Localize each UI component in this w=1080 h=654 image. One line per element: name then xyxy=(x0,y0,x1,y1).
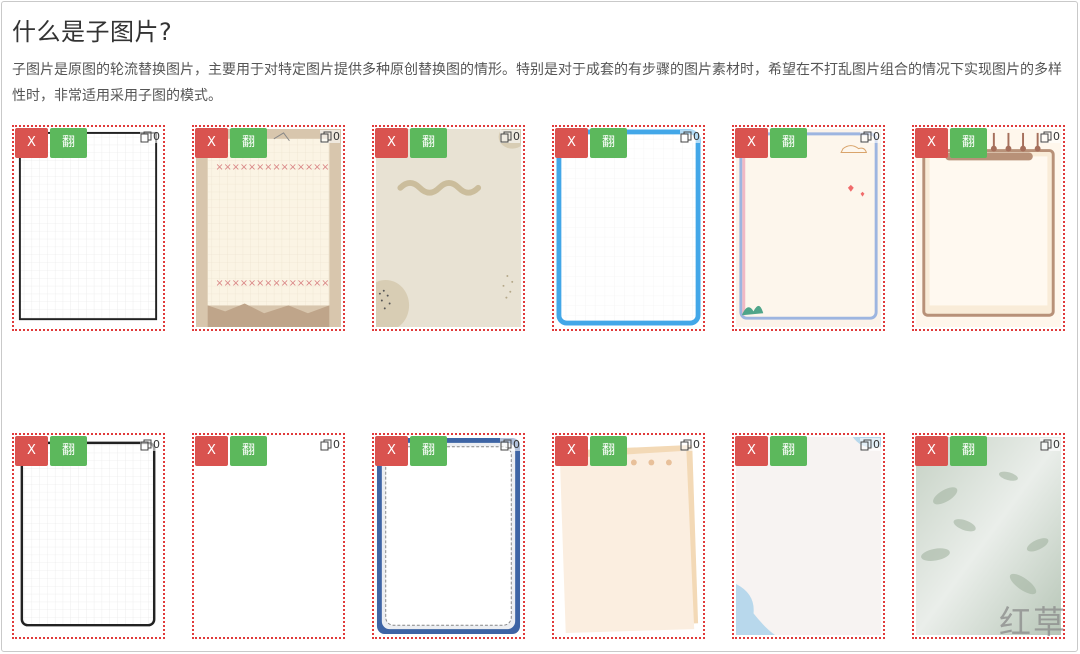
flip-button[interactable]: 翻 xyxy=(410,436,447,466)
subimage-count-value: 0 xyxy=(513,438,520,451)
copy-icon xyxy=(140,439,152,450)
copy-icon xyxy=(1040,131,1052,142)
watermark: 红草 xyxy=(998,603,1067,641)
subimage-count-value: 0 xyxy=(333,130,340,143)
flip-button[interactable]: 翻 xyxy=(50,128,87,158)
subimage-card[interactable]: X 翻 0 xyxy=(372,125,525,331)
content-panel: 什么是子图片? 子图片是原图的轮流替换图片，主要用于对特定图片提供多种原创替换图… xyxy=(1,1,1078,652)
flip-button[interactable]: 翻 xyxy=(590,128,627,158)
thumbnail-image[interactable] xyxy=(736,129,881,327)
subimage-count[interactable]: 0 xyxy=(1040,438,1060,451)
subimage-count-value: 0 xyxy=(153,130,160,143)
svg-text:××××××××××××××: ×××××××××××××× xyxy=(215,278,329,289)
delete-button[interactable]: X xyxy=(15,436,48,466)
delete-button[interactable]: X xyxy=(915,128,948,158)
flip-button[interactable]: 翻 xyxy=(230,128,267,158)
copy-icon xyxy=(1040,439,1052,450)
subimage-grid: X 翻 0 ×××××××××××××× ×××××××××××××× X 翻 … xyxy=(12,125,1067,645)
subimage-count[interactable]: 0 xyxy=(500,130,520,143)
copy-icon xyxy=(860,131,872,142)
flip-button[interactable]: 翻 xyxy=(50,436,87,466)
subimage-count[interactable]: 0 xyxy=(860,438,880,451)
page-description: 子图片是原图的轮流替换图片，主要用于对特定图片提供多种原创替换图的情形。特别是对… xyxy=(12,62,1062,104)
subimage-card[interactable]: X 翻 0 xyxy=(12,125,165,331)
page-title: 什么是子图片? xyxy=(12,18,173,46)
subimage-card[interactable]: X 翻 0 xyxy=(12,433,165,639)
delete-button[interactable]: X xyxy=(915,436,948,466)
subimage-count-value: 0 xyxy=(513,130,520,143)
flip-button[interactable]: 翻 xyxy=(590,436,627,466)
subimage-count-value: 0 xyxy=(1053,438,1060,451)
thumbnail-image[interactable] xyxy=(16,129,161,327)
flip-button[interactable]: 翻 xyxy=(230,436,267,466)
subimage-count[interactable]: 0 xyxy=(140,438,160,451)
thumbnail-image[interactable] xyxy=(736,437,881,635)
subimage-count-value: 0 xyxy=(693,130,700,143)
copy-icon xyxy=(680,131,692,142)
thumbnail-image[interactable] xyxy=(376,437,521,635)
subimage-count[interactable]: 0 xyxy=(1040,130,1060,143)
delete-button[interactable]: X xyxy=(555,436,588,466)
copy-icon xyxy=(320,131,332,142)
thumbnail-image[interactable] xyxy=(376,129,521,327)
subimage-card[interactable]: X 翻 0 xyxy=(552,125,705,331)
thumbnail-image[interactable] xyxy=(556,129,701,327)
flip-button[interactable]: 翻 xyxy=(770,128,807,158)
copy-icon xyxy=(860,439,872,450)
subimage-count[interactable]: 0 xyxy=(140,130,160,143)
subimage-count[interactable]: 0 xyxy=(860,130,880,143)
subimage-count[interactable]: 0 xyxy=(680,438,700,451)
flip-button[interactable]: 翻 xyxy=(950,436,987,466)
thumbnail-image[interactable] xyxy=(916,129,1061,327)
delete-button[interactable]: X xyxy=(735,128,768,158)
subimage-count[interactable]: 0 xyxy=(320,130,340,143)
delete-button[interactable]: X xyxy=(375,128,408,158)
delete-button[interactable]: X xyxy=(15,128,48,158)
subimage-count-value: 0 xyxy=(333,438,340,451)
subimage-count-value: 0 xyxy=(153,438,160,451)
thumbnail-image[interactable] xyxy=(196,437,341,635)
subimage-card[interactable]: X 翻 0 xyxy=(192,433,345,639)
thumbnail-image[interactable]: ×××××××××××××× ×××××××××××××× xyxy=(196,129,341,327)
copy-icon xyxy=(500,131,512,142)
subimage-card[interactable]: X 翻 0 xyxy=(732,433,885,639)
subimage-card[interactable]: X 翻 0 xyxy=(732,125,885,331)
svg-text:××××××××××××××: ×××××××××××××× xyxy=(215,162,329,173)
copy-icon xyxy=(680,439,692,450)
subimage-card[interactable]: X 翻 0 xyxy=(552,433,705,639)
subimage-card[interactable]: X 翻 0 xyxy=(912,125,1065,331)
subimage-card[interactable]: X 翻 0 xyxy=(372,433,525,639)
delete-button[interactable]: X xyxy=(735,436,768,466)
copy-icon xyxy=(320,439,332,450)
flip-button[interactable]: 翻 xyxy=(410,128,447,158)
subimage-count[interactable]: 0 xyxy=(680,130,700,143)
copy-icon xyxy=(140,131,152,142)
delete-button[interactable]: X xyxy=(195,436,228,466)
subimage-card[interactable]: ×××××××××××××× ×××××××××××××× X 翻 0 xyxy=(192,125,345,331)
subimage-count[interactable]: 0 xyxy=(320,438,340,451)
subimage-count[interactable]: 0 xyxy=(500,438,520,451)
flip-button[interactable]: 翻 xyxy=(770,436,807,466)
delete-button[interactable]: X xyxy=(195,128,228,158)
delete-button[interactable]: X xyxy=(375,436,408,466)
subimage-count-value: 0 xyxy=(1053,130,1060,143)
thumbnail-image[interactable] xyxy=(16,437,161,635)
subimage-count-value: 0 xyxy=(873,130,880,143)
delete-button[interactable]: X xyxy=(555,128,588,158)
subimage-count-value: 0 xyxy=(873,438,880,451)
copy-icon xyxy=(500,439,512,450)
subimage-count-value: 0 xyxy=(693,438,700,451)
flip-button[interactable]: 翻 xyxy=(950,128,987,158)
thumbnail-image[interactable] xyxy=(556,437,701,635)
